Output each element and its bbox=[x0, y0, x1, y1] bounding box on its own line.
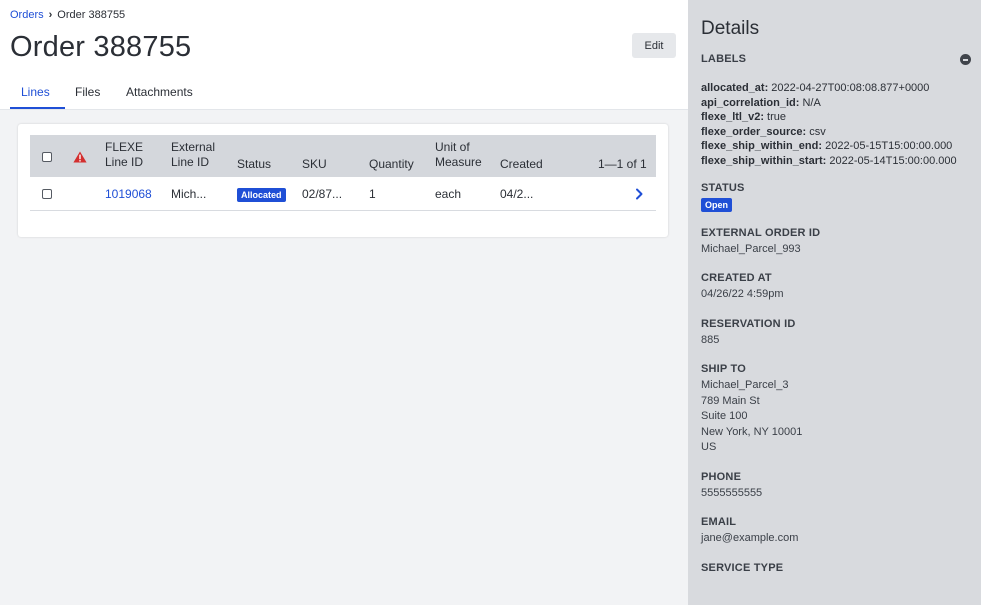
unit-of-measure-cell: each bbox=[435, 187, 462, 201]
reservation-id-section: RESERVATION ID 885 bbox=[701, 318, 973, 349]
chevron-right-icon[interactable] bbox=[634, 188, 644, 200]
ship-to-heading: SHIP TO bbox=[701, 363, 747, 376]
email-heading: EMAIL bbox=[701, 516, 737, 529]
phone-section: PHONE 5555555555 bbox=[701, 471, 973, 502]
ship-to-line: New York, NY 10001 bbox=[701, 425, 803, 438]
sku-cell: 02/87... bbox=[302, 187, 343, 201]
flexe-line-id-link[interactable]: 1019068 bbox=[105, 187, 152, 201]
label-value: true bbox=[763, 111, 786, 124]
header-external-line-id-line1: External bbox=[171, 140, 216, 154]
edit-button[interactable]: Edit bbox=[632, 33, 676, 58]
created-at-value: 04/26/22 4:59pm bbox=[701, 288, 784, 301]
label-key: flexe_order_source: bbox=[701, 125, 807, 138]
breadcrumb-current: Order 388755 bbox=[57, 9, 126, 21]
label-value: csv bbox=[806, 125, 826, 138]
details-panel: Details LABELS allocated_at: 2022-04-27T… bbox=[688, 0, 981, 605]
tab-bar: Lines Files Attachments bbox=[10, 78, 209, 110]
header-external-line-id-line2: Line ID bbox=[171, 155, 210, 169]
status-badge: Allocated bbox=[237, 188, 286, 202]
header-flexe-line-id-line2: Line ID bbox=[105, 155, 144, 169]
label-key: allocated_at: bbox=[701, 82, 769, 94]
label-value: N/A bbox=[799, 96, 821, 109]
breadcrumb: Orders › Order 388755 bbox=[10, 9, 125, 21]
page-header: Orders › Order 388755 Order 388755 Edit … bbox=[0, 0, 688, 110]
header-unit-line2: Measure bbox=[435, 155, 482, 169]
label-item: flexe_ltl_v2: true bbox=[701, 110, 973, 125]
select-all-checkbox[interactable] bbox=[42, 152, 52, 162]
pagination-label: 1—1 of 1 bbox=[598, 157, 647, 171]
tab-attachments[interactable]: Attachments bbox=[116, 78, 209, 110]
order-status-badge: Open bbox=[701, 197, 733, 212]
status-section: STATUS Open bbox=[701, 182, 973, 213]
labels-heading: LABELS bbox=[701, 53, 747, 65]
label-item: flexe_order_source: csv bbox=[701, 125, 973, 140]
row-checkbox[interactable] bbox=[42, 189, 52, 199]
page-title: Order 388755 bbox=[10, 31, 192, 63]
ship-to-line: US bbox=[701, 441, 717, 454]
label-value: 2022-05-15T15:00:00.000 bbox=[822, 140, 953, 153]
header-unit-of-measure[interactable]: Unit of Measure bbox=[435, 140, 482, 170]
label-key: api_correlation_id: bbox=[701, 96, 800, 109]
external-order-id-heading: EXTERNAL ORDER ID bbox=[701, 226, 821, 239]
ship-to-line: Michael_Parcel_3 bbox=[701, 379, 789, 392]
header-quantity[interactable]: Quantity bbox=[369, 157, 414, 172]
label-item: api_correlation_id: N/A bbox=[701, 96, 973, 111]
tab-files[interactable]: Files bbox=[65, 78, 116, 110]
ship-to-line: 789 Main St bbox=[701, 394, 760, 407]
header-created[interactable]: Created bbox=[500, 157, 543, 172]
status-heading: STATUS bbox=[701, 181, 745, 194]
breadcrumb-separator-icon: › bbox=[48, 9, 53, 21]
external-line-id-cell: Mich... bbox=[171, 187, 207, 201]
label-item: flexe_ship_within_start: 2022-05-14T15:0… bbox=[701, 154, 973, 169]
ship-to-address: Michael_Parcel_3 789 Main St Suite 100 N… bbox=[701, 378, 973, 456]
service-type-section: SERVICE TYPE bbox=[701, 562, 973, 574]
label-key: flexe_ltl_v2: bbox=[701, 111, 764, 124]
ship-to-line: Suite 100 bbox=[701, 410, 748, 423]
tab-lines[interactable]: Lines bbox=[10, 78, 65, 110]
quantity-cell: 1 bbox=[369, 187, 376, 201]
phone-value: 5555555555 bbox=[701, 486, 763, 499]
main-content: Orders › Order 388755 Order 388755 Edit … bbox=[0, 0, 688, 605]
labels-list: allocated_at: 2022-04-27T00:08:08.877+00… bbox=[701, 81, 973, 169]
header-divider bbox=[0, 109, 688, 110]
phone-heading: PHONE bbox=[701, 470, 742, 483]
details-title: Details bbox=[701, 18, 760, 39]
service-type-heading: SERVICE TYPE bbox=[701, 561, 784, 574]
created-at-section: CREATED AT 04/26/22 4:59pm bbox=[701, 272, 973, 303]
email-value: jane@example.com bbox=[701, 532, 799, 545]
label-item: flexe_ship_within_end: 2022-05-15T15:00:… bbox=[701, 139, 973, 154]
created-cell: 04/2... bbox=[500, 187, 534, 201]
label-item: allocated_at: 2022-04-27T00:08:08.877+00… bbox=[701, 81, 973, 96]
external-order-id-value: Michael_Parcel_993 bbox=[701, 242, 801, 255]
header-flexe-line-id-line1: FLEXE bbox=[105, 140, 144, 154]
reservation-id-value: 885 bbox=[701, 333, 720, 346]
label-value: 2022-05-14T15:00:00.000 bbox=[826, 154, 957, 167]
label-value: 2022-04-27T00:08:08.877+0000 bbox=[768, 82, 930, 94]
header-external-line-id[interactable]: External Line ID bbox=[171, 140, 215, 170]
email-section: EMAIL jane@example.com bbox=[701, 516, 973, 547]
warning-triangle-icon bbox=[73, 151, 87, 163]
header-unit-line1: Unit of bbox=[435, 140, 470, 154]
header-flexe-line-id[interactable]: FLEXE Line ID bbox=[105, 140, 143, 170]
created-at-heading: CREATED AT bbox=[701, 272, 772, 285]
label-key: flexe_ship_within_end: bbox=[701, 140, 823, 153]
header-sku[interactable]: SKU bbox=[302, 157, 327, 172]
details-body: LABELS allocated_at: 2022-04-27T00:08:08… bbox=[701, 53, 973, 574]
label-key: flexe_ship_within_start: bbox=[701, 154, 827, 167]
breadcrumb-orders-link[interactable]: Orders bbox=[10, 9, 44, 21]
header-status[interactable]: Status bbox=[237, 157, 271, 172]
reservation-id-heading: RESERVATION ID bbox=[701, 317, 796, 330]
external-order-id-section: EXTERNAL ORDER ID Michael_Parcel_993 bbox=[701, 227, 973, 258]
ship-to-section: SHIP TO Michael_Parcel_3 789 Main St Sui… bbox=[701, 363, 973, 456]
